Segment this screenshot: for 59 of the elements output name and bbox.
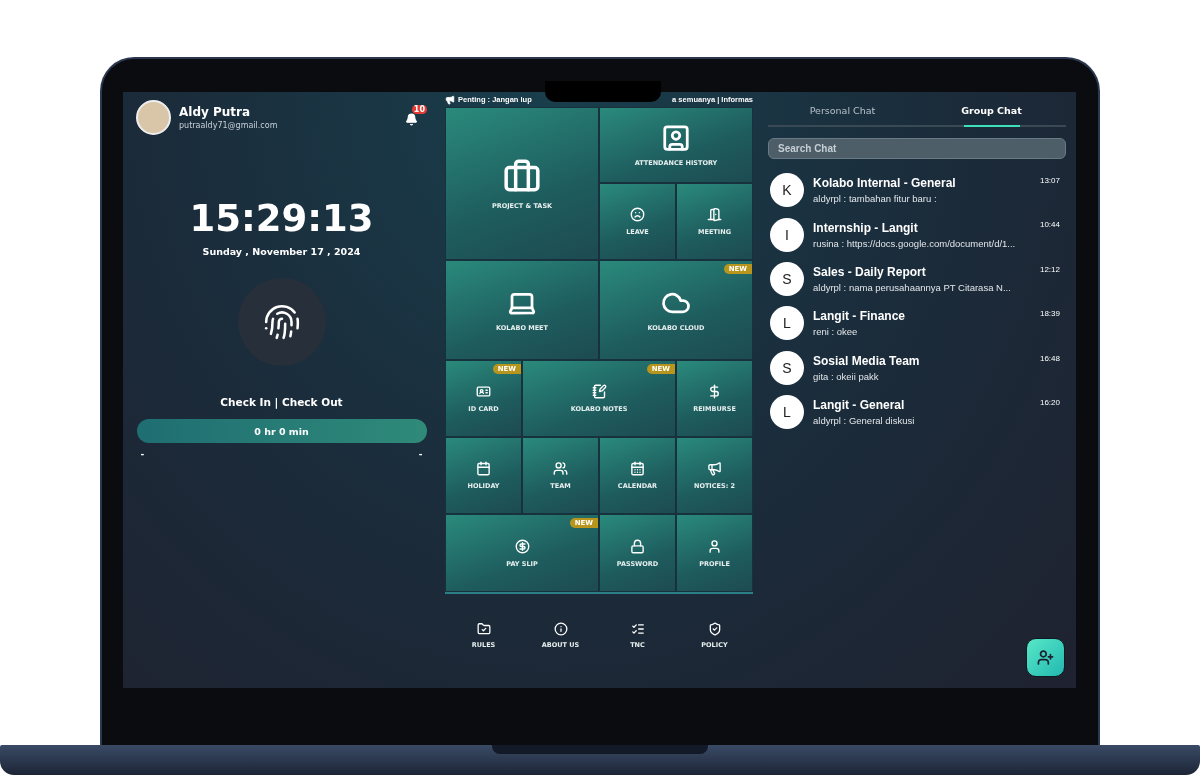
chat-name[interactable]: Sosial Media Team	[813, 353, 1031, 368]
user-email: putraaldy71@gmail.com	[179, 121, 279, 130]
chat-message: gita : okeii pakk	[813, 370, 880, 382]
user-card-icon	[661, 123, 691, 153]
megaphone-icon	[707, 461, 722, 476]
chat-message: reni : okee	[813, 326, 859, 338]
chat-avatar: L	[770, 306, 804, 341]
door-icon	[707, 207, 722, 222]
chat-avatar: S	[770, 261, 804, 296]
chat-tab[interactable]: Group Chat	[917, 101, 1066, 125]
chat-name[interactable]: Kolabo Internal - General	[813, 176, 1031, 191]
chat-avatar: I	[770, 217, 804, 252]
chat-message: aldyrpl : General diskusi	[813, 415, 916, 427]
chat-message: rusina : https://docs.google.com/document/d/1...	[813, 237, 1017, 249]
user-name: Aldy Putra	[179, 105, 252, 119]
fingerprint-icon	[262, 303, 301, 341]
chat-name[interactable]: Langit - Finance	[813, 309, 1031, 324]
chat-avatar: S	[770, 350, 804, 385]
chat-time: 18:39	[1039, 309, 1060, 319]
calendar-icon	[476, 461, 491, 476]
chat-name[interactable]: Langit - General	[813, 398, 1031, 413]
profile-photo-placeholder	[136, 100, 171, 135]
check-out-value: -	[418, 449, 423, 459]
chat-name[interactable]: Internship - Langit	[813, 220, 1031, 235]
chat-time: 16:20	[1039, 397, 1060, 407]
dollar-coin-icon	[514, 538, 530, 554]
clock-time: 15:29:13	[189, 197, 374, 240]
chat-avatar: K	[770, 173, 804, 208]
clock-date: Sunday , November 17 , 2024	[202, 246, 361, 257]
chat-time: 10:44	[1039, 220, 1060, 230]
shield-icon	[707, 622, 722, 636]
chat-message: aldyrpl : tambahan fitur baru :	[813, 193, 938, 205]
chat-message: aldyrpl : nama perusahaannya PT Citarasa N...	[813, 281, 1012, 293]
info-icon	[553, 622, 568, 636]
check-in-out-label: Check In | Check Out	[220, 396, 343, 408]
notes-icon	[591, 384, 607, 399]
folder-icon	[476, 622, 491, 636]
dollar-icon	[707, 384, 722, 399]
calendar-icon	[630, 461, 645, 476]
notification-icon[interactable]	[405, 112, 418, 126]
chat-avatar: L	[770, 395, 804, 430]
search-field[interactable]: Search Chat	[768, 138, 1066, 159]
sad-face-icon	[630, 207, 645, 222]
lock-icon	[630, 538, 645, 554]
chat-name[interactable]: Sales - Daily Report	[813, 264, 1031, 279]
person-icon	[707, 538, 722, 554]
work-duration-bar: 0 hr 0 min	[136, 419, 427, 443]
add-user-icon	[1037, 649, 1054, 666]
chat-time: 12:12	[1039, 264, 1060, 274]
check-in-value: -	[140, 449, 145, 459]
notification-count: 10	[411, 104, 427, 114]
id-card-icon	[476, 384, 491, 399]
add-member-button[interactable]	[1026, 638, 1065, 677]
chat-time: 13:07	[1039, 176, 1060, 185]
people-icon	[553, 461, 568, 476]
megaphone-icon	[445, 94, 455, 105]
chat-tab[interactable]: Personal Chat	[768, 101, 917, 125]
chat-time: 16:48	[1039, 353, 1060, 363]
checklist-icon	[630, 622, 645, 636]
